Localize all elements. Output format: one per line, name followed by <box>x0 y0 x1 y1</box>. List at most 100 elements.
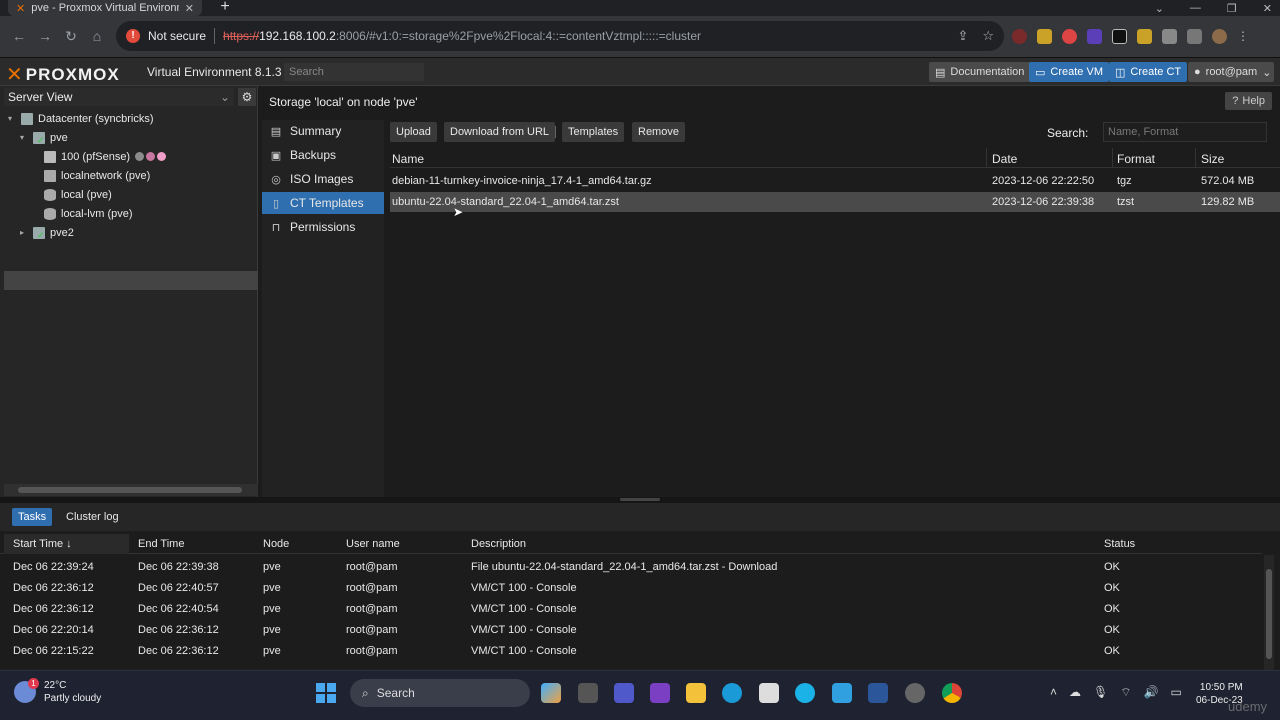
teams-icon[interactable] <box>614 683 634 703</box>
wifi-icon[interactable]: ⌔ <box>1120 685 1131 700</box>
column-header-description[interactable]: Description <box>471 538 526 550</box>
column-header-end-time[interactable]: End Time <box>138 538 184 550</box>
tree-horizontal-scrollbar[interactable] <box>4 484 258 496</box>
tree-node-vm-100[interactable]: 100 (pfSense) <box>44 147 167 166</box>
table-row[interactable]: debian-11-turnkey-invoice-ninja_17.4-1_a… <box>390 171 1280 191</box>
windows-start-icon[interactable] <box>316 683 336 703</box>
reload-icon[interactable]: ↻ <box>62 28 80 45</box>
sidepanel-icon[interactable] <box>1187 29 1202 44</box>
nav-item-backups[interactable]: ▣ Backups <box>262 144 384 166</box>
extension-icon[interactable] <box>1112 29 1127 44</box>
create-ct-button[interactable]: ◫ Create CT <box>1109 62 1188 82</box>
extension-icon[interactable] <box>1087 29 1102 44</box>
share-icon[interactable]: ⇪ <box>957 28 968 44</box>
table-row[interactable]: Dec 06 22:15:22 Dec 06 22:36:12 pve root… <box>0 641 1262 661</box>
table-row[interactable]: Dec 06 22:39:24 Dec 06 22:39:38 pve root… <box>0 557 1262 577</box>
chevron-down-icon[interactable]: ▾ <box>20 133 28 142</box>
column-header-date[interactable]: Date <box>992 152 1017 166</box>
server-view-select[interactable]: Server View ⌄ <box>4 88 234 106</box>
tab-search-icon[interactable]: ⌄ <box>1155 2 1164 15</box>
extension-icon[interactable] <box>1062 29 1077 44</box>
table-row[interactable]: Dec 06 22:36:12 Dec 06 22:40:57 pve root… <box>0 578 1262 598</box>
weather-widget[interactable]: 22°C Partly cloudy <box>14 678 101 705</box>
new-tab-button[interactable]: + <box>216 0 234 16</box>
extension-icon[interactable] <box>1137 29 1152 44</box>
create-vm-button[interactable]: ▭ Create VM <box>1029 62 1109 82</box>
tab-cluster-log[interactable]: Cluster log <box>60 508 125 526</box>
chevron-down-icon[interactable]: ▾ <box>8 114 16 123</box>
task-user: root@pam <box>346 603 398 615</box>
column-header-size[interactable]: Size <box>1201 152 1224 166</box>
menu-kebab-icon[interactable]: ⋮ <box>1237 29 1249 44</box>
edge-icon[interactable] <box>722 683 742 703</box>
documentation-button[interactable]: ▤ Documentation <box>929 62 1031 82</box>
file-explorer-icon[interactable] <box>686 683 706 703</box>
extension-icon[interactable] <box>1012 29 1027 44</box>
nav-item-summary[interactable]: ▤ Summary <box>262 120 384 142</box>
address-bar[interactable]: ! Not secure https://192.168.100.2:8006/… <box>116 21 1004 51</box>
copilot-icon[interactable] <box>541 683 561 703</box>
user-menu-button[interactable]: ● root@pam ⌄ <box>1188 62 1274 82</box>
tree-node-localnetwork[interactable]: localnetwork (pve) <box>44 166 150 185</box>
download-from-url-button[interactable]: Download from URL <box>444 122 556 142</box>
chevron-right-icon[interactable]: ▸ <box>20 228 28 237</box>
volume-icon[interactable]: 🔊 <box>1144 685 1159 700</box>
column-header-start-time[interactable]: Start Time ↓ <box>13 538 72 550</box>
tree-node-pve[interactable]: ▾ pve <box>20 128 68 147</box>
table-row[interactable]: ubuntu-22.04-standard_22.04-1_amd64.tar.… <box>390 192 1280 212</box>
help-button[interactable]: ? Help <box>1225 92 1272 110</box>
column-header-node[interactable]: Node <box>263 538 289 550</box>
extension-icon[interactable] <box>1037 29 1052 44</box>
gear-icon[interactable]: ⚙ <box>238 88 256 106</box>
chevron-up-icon[interactable]: ˄ <box>1050 685 1057 700</box>
tree-node-local-lvm[interactable]: local-lvm (pve) <box>44 204 133 223</box>
templates-button[interactable]: Templates <box>562 122 625 142</box>
profile-avatar[interactable] <box>1212 29 1227 44</box>
restore-icon[interactable]: ❐ <box>1227 2 1237 15</box>
tasks-vertical-scrollbar[interactable] <box>1264 555 1274 670</box>
microphone-icon[interactable]: 🎙 <box>1093 685 1108 700</box>
column-header-name[interactable]: Name <box>392 152 424 166</box>
task-view-icon[interactable] <box>578 683 598 703</box>
table-row[interactable]: Dec 06 22:20:14 Dec 06 22:36:12 pve root… <box>0 620 1262 640</box>
tree-node-datacenter[interactable]: ▾ Datacenter (syncbricks) <box>8 109 154 128</box>
nav-item-iso-images[interactable]: ◎ ISO Images <box>262 168 384 190</box>
scrollbar-thumb[interactable] <box>18 487 242 493</box>
close-window-icon[interactable]: ✕ <box>1263 2 1272 15</box>
nav-item-ct-templates[interactable]: ▯ CT Templates <box>262 192 384 214</box>
store-icon[interactable] <box>759 683 779 703</box>
notepad-icon[interactable] <box>832 683 852 703</box>
home-icon[interactable]: ⌂ <box>88 28 106 44</box>
tree-node-local[interactable]: local (pve) <box>44 185 112 204</box>
minimize-icon[interactable]: — <box>1190 2 1201 14</box>
splitter-grip[interactable] <box>620 498 660 501</box>
table-row[interactable]: Dec 06 22:36:12 Dec 06 22:40:54 pve root… <box>0 599 1262 619</box>
app-icon[interactable] <box>650 683 670 703</box>
upload-button[interactable]: Upload <box>390 122 437 142</box>
puzzle-icon[interactable] <box>1162 29 1177 44</box>
chrome-icon[interactable] <box>942 683 962 703</box>
word-icon[interactable] <box>868 683 888 703</box>
app-icon[interactable] <box>905 683 925 703</box>
column-header-user-name[interactable]: User name <box>346 538 400 550</box>
forward-icon[interactable]: → <box>36 28 54 44</box>
battery-icon[interactable]: ▭ <box>1170 685 1181 700</box>
alexa-icon[interactable] <box>795 683 815 703</box>
weather-text: 22°C Partly cloudy <box>44 679 101 705</box>
remove-button[interactable]: Remove <box>632 122 685 142</box>
header-search-input[interactable]: Search <box>284 63 424 81</box>
chevron-down-icon: ⌄ <box>219 90 230 104</box>
column-header-status[interactable]: Status <box>1104 538 1135 550</box>
tree-node-pve2[interactable]: ▸ pve2 <box>20 223 74 242</box>
close-tab-icon[interactable]: ✕ <box>185 2 194 15</box>
bookmark-star-icon[interactable]: ☆ <box>982 28 994 44</box>
column-header-format[interactable]: Format <box>1117 152 1155 166</box>
onedrive-icon[interactable]: ☁ <box>1069 685 1081 700</box>
scrollbar-thumb[interactable] <box>1266 569 1272 659</box>
back-icon[interactable]: ← <box>10 28 28 44</box>
tab-tasks[interactable]: Tasks <box>12 508 53 526</box>
search-input[interactable]: Name, Format <box>1103 122 1267 142</box>
nav-item-permissions[interactable]: ⊓ Permissions <box>262 216 384 238</box>
taskbar-search[interactable]: ⌕ Search <box>350 679 530 707</box>
browser-tab[interactable]: ✕ pve - Proxmox Virtual Environment ✕ <box>8 0 202 16</box>
